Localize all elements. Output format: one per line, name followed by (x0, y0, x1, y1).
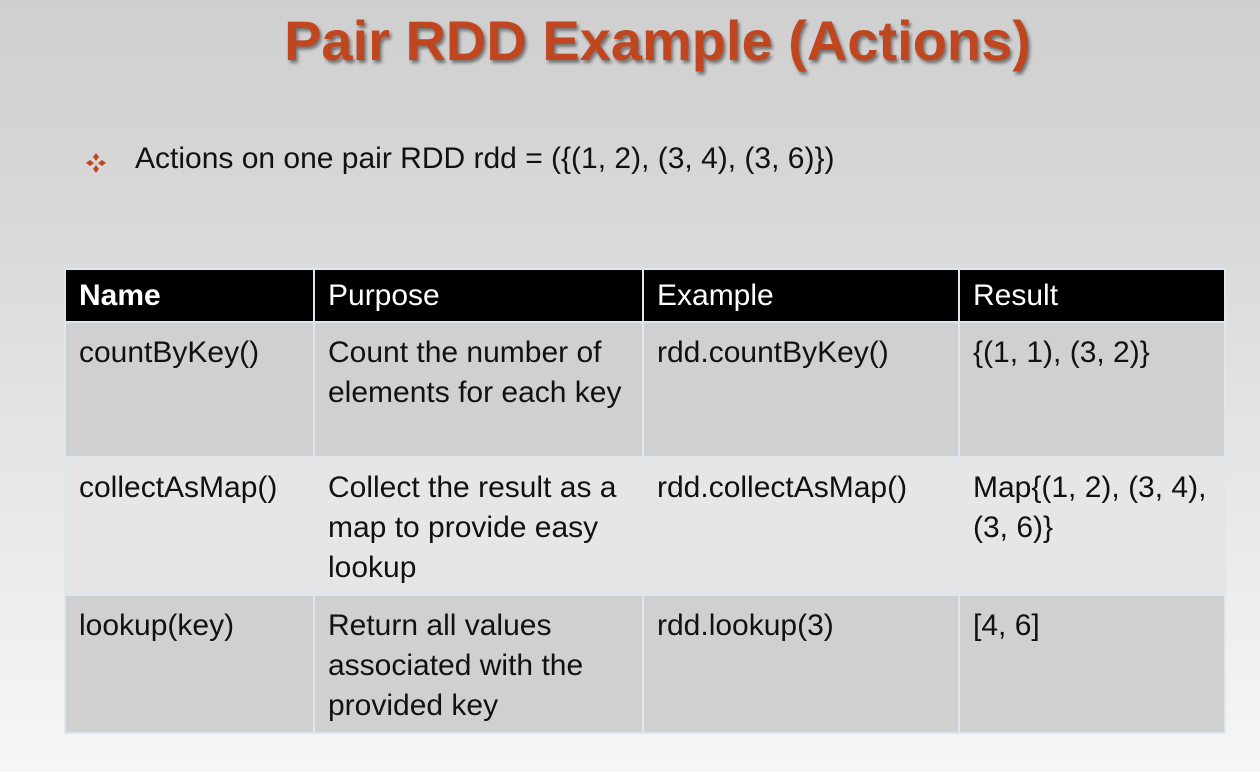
cell-result: [4, 6] (958, 594, 1226, 734)
slide-title: Pair RDD Example (Actions) (284, 9, 1031, 72)
header-example: Example (642, 268, 960, 323)
cell-purpose: Count the number of elements for each ke… (313, 321, 644, 458)
cell-name: collectAsMap() (64, 456, 315, 596)
actions-table: Name Purpose Example Result countByKey()… (64, 268, 1226, 734)
bullet-item: Actions on one pair RDD rdd = ({(1, 2), … (85, 142, 834, 176)
bullet-text: Actions on one pair RDD rdd = ({(1, 2), … (135, 142, 835, 175)
cell-example: rdd.countByKey() (642, 321, 960, 458)
cell-name: countByKey() (64, 321, 315, 458)
table-row: lookup(key) Return all values associated… (64, 594, 1226, 734)
header-purpose: Purpose (313, 268, 644, 323)
diamond-bullet-icon (85, 148, 107, 173)
cell-result: {(1, 1), (3, 2)} (958, 321, 1226, 458)
header-result: Result (958, 268, 1226, 323)
cell-example: rdd.lookup(3) (642, 594, 960, 734)
cell-name: lookup(key) (64, 594, 315, 734)
cell-purpose: Return all values associated with the pr… (313, 594, 644, 734)
table-row: countByKey() Count the number of element… (64, 321, 1226, 458)
cell-purpose: Collect the result as a map to provide e… (313, 456, 644, 596)
cell-result: Map{(1, 2), (3, 4), (3, 6)} (958, 456, 1226, 596)
table-row: collectAsMap() Collect the result as a m… (64, 456, 1226, 596)
table-header-row: Name Purpose Example Result (64, 268, 1226, 323)
header-name: Name (64, 268, 315, 323)
cell-example: rdd.collectAsMap() (642, 456, 960, 596)
